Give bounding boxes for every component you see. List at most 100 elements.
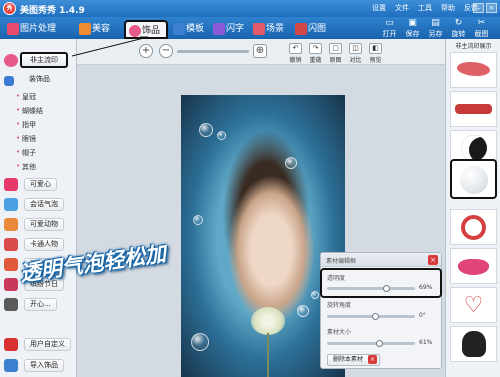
tab-bar: 图片处理 美容 饰品 模板 闪字 场景 闪图 ▭ 打开 ▣ 保存 ▤ 另存 ↻ 旋转 ✂ 截图 — [0, 17, 500, 39]
undo-button[interactable]: ↶ 撤销 — [287, 43, 304, 64]
size-value: 61% — [419, 339, 433, 346]
animated-text-icon — [4, 258, 18, 271]
subitem-bow[interactable]: 蝴蝶结 — [16, 106, 43, 116]
festival-icon — [4, 278, 18, 291]
compare-label: 对比 — [349, 57, 362, 64]
top-menu: 设置 文件 工具 帮助 反馈 — [372, 3, 487, 13]
redo-button[interactable]: ↷ 重做 — [307, 43, 324, 64]
fit-icon[interactable]: ⊕ — [253, 44, 267, 58]
tab-flash-text[interactable]: 闪字 — [210, 20, 244, 39]
size-slider[interactable] — [327, 340, 415, 347]
opacity-highlight-callout — [320, 268, 442, 298]
save-as-label: 另存 — [428, 30, 443, 38]
open-button[interactable]: ▭ 打开 — [378, 18, 401, 39]
heart-icon: ♡ — [463, 293, 484, 318]
subitem-glasses[interactable]: 眼镜 — [16, 134, 36, 144]
skull-icon — [461, 331, 486, 357]
zoom-out-button[interactable]: − — [159, 44, 173, 58]
happy-icon — [4, 298, 18, 311]
tab-flash-image[interactable]: 闪图 — [292, 20, 326, 39]
tab-beauty[interactable]: 美容 — [76, 20, 110, 39]
compare-icon: ◫ — [349, 43, 362, 54]
tab-label: 场景 — [266, 24, 285, 34]
bubble-sticker[interactable] — [199, 123, 213, 137]
red-text-thumb[interactable] — [450, 91, 497, 127]
thumb-art — [461, 215, 486, 240]
tab-template[interactable]: 模板 — [170, 20, 204, 39]
menu-settings[interactable]: 设置 — [372, 3, 395, 13]
category-label: 导入饰品 — [24, 359, 64, 372]
rotate-button[interactable]: ↻ 旋转 — [447, 18, 470, 39]
category-cute-animals[interactable]: 可爱动物 — [0, 216, 77, 234]
thumb-art — [458, 259, 489, 275]
bubble-thumb[interactable] — [450, 159, 497, 199]
category-import[interactable]: 导入饰品 — [0, 357, 77, 375]
peace-sign-thumb[interactable] — [450, 209, 497, 245]
thumb-art — [459, 166, 488, 194]
menu-help[interactable]: 帮助 — [441, 3, 464, 13]
close-icon[interactable]: × — [486, 3, 497, 13]
skull-thumb[interactable] — [450, 326, 497, 362]
dandelion-image — [251, 307, 285, 335]
subitem-crown[interactable]: 皇冠 — [16, 92, 36, 102]
category-decorations[interactable]: 装饰品 — [0, 72, 77, 90]
tab-accessories[interactable]: 饰品 — [124, 20, 168, 39]
tab-photo-edit[interactable]: 图片处理 — [4, 20, 56, 39]
thumb-art — [457, 62, 490, 76]
lips-thumb[interactable] — [450, 248, 497, 284]
delete-icon: × — [368, 355, 378, 364]
red-sparkle-thumb[interactable] — [450, 52, 497, 88]
category-label: 用户自定义 — [24, 338, 71, 351]
rotation-slider-thumb[interactable] — [371, 313, 379, 320]
bubble-sticker[interactable] — [217, 131, 226, 140]
category-cute-hearts[interactable]: 可爱心 — [0, 176, 77, 194]
preview-button[interactable]: ◧ 预览 — [367, 43, 384, 64]
thumb-art — [455, 104, 492, 114]
save-icon: ▣ — [408, 18, 417, 28]
subitem-other[interactable]: 其他 — [16, 162, 36, 172]
subitem-nails[interactable]: 指甲 — [16, 120, 36, 130]
zoom-in-button[interactable]: + — [139, 44, 153, 58]
rotation-label: 旋转角度 — [327, 302, 352, 309]
category-label: 卡通人物 — [24, 238, 64, 251]
size-slider-thumb[interactable] — [376, 340, 384, 347]
bubble-sticker[interactable] — [285, 157, 297, 169]
tab-scene[interactable]: 场景 — [250, 20, 284, 39]
rotation-slider[interactable] — [327, 313, 415, 320]
subitem-hat[interactable]: 帽子 — [16, 148, 36, 158]
category-speech-bubbles[interactable]: 会话气泡 — [0, 196, 77, 214]
animal-icon — [4, 218, 18, 231]
speech-bubble-icon — [4, 198, 18, 211]
compare-button[interactable]: ◫ 对比 — [347, 43, 364, 64]
category-nonmainstream-stamp[interactable]: 非主流印 — [0, 52, 77, 70]
menu-tools[interactable]: 工具 — [418, 3, 441, 13]
bubble-sticker[interactable] — [297, 305, 309, 317]
menu-file[interactable]: 文件 — [395, 3, 418, 13]
decor-icon — [4, 76, 14, 86]
app-logo: 秀 — [3, 2, 16, 15]
screenshot-button[interactable]: ✂ 截图 — [470, 18, 493, 39]
save-button[interactable]: ▣ 保存 — [401, 18, 424, 39]
delete-sticker-button[interactable]: 删除本素材 × — [327, 354, 381, 366]
screenshot-icon: ✂ — [477, 18, 486, 28]
screenshot-label: 截图 — [474, 30, 489, 38]
zoom-slider[interactable] — [177, 50, 249, 53]
original-button[interactable]: ▢ 原图 — [327, 43, 344, 64]
category-label: 会话气泡 — [24, 198, 64, 211]
stamp-icon — [4, 54, 18, 67]
category-user-custom[interactable]: 用户自定义 — [0, 336, 77, 354]
category-happy[interactable]: 开心... — [0, 296, 77, 314]
minimize-icon[interactable]: – — [473, 3, 484, 13]
picture-icon — [7, 23, 19, 35]
bubble-sticker[interactable] — [311, 291, 319, 299]
heart-thumb[interactable]: ♡ — [450, 287, 497, 323]
preview-icon: ◧ — [369, 43, 382, 54]
bubble-sticker[interactable] — [193, 215, 203, 225]
selected-bubble-sticker[interactable] — [191, 333, 209, 351]
sticker-gallery: 非主流印展示 ♡ — [445, 39, 500, 377]
close-icon[interactable]: × — [428, 255, 438, 265]
user-custom-icon — [4, 338, 18, 351]
original-icon: ▢ — [329, 43, 342, 54]
redo-label: 重做 — [309, 57, 322, 64]
save-as-button[interactable]: ▤ 另存 — [424, 18, 447, 39]
